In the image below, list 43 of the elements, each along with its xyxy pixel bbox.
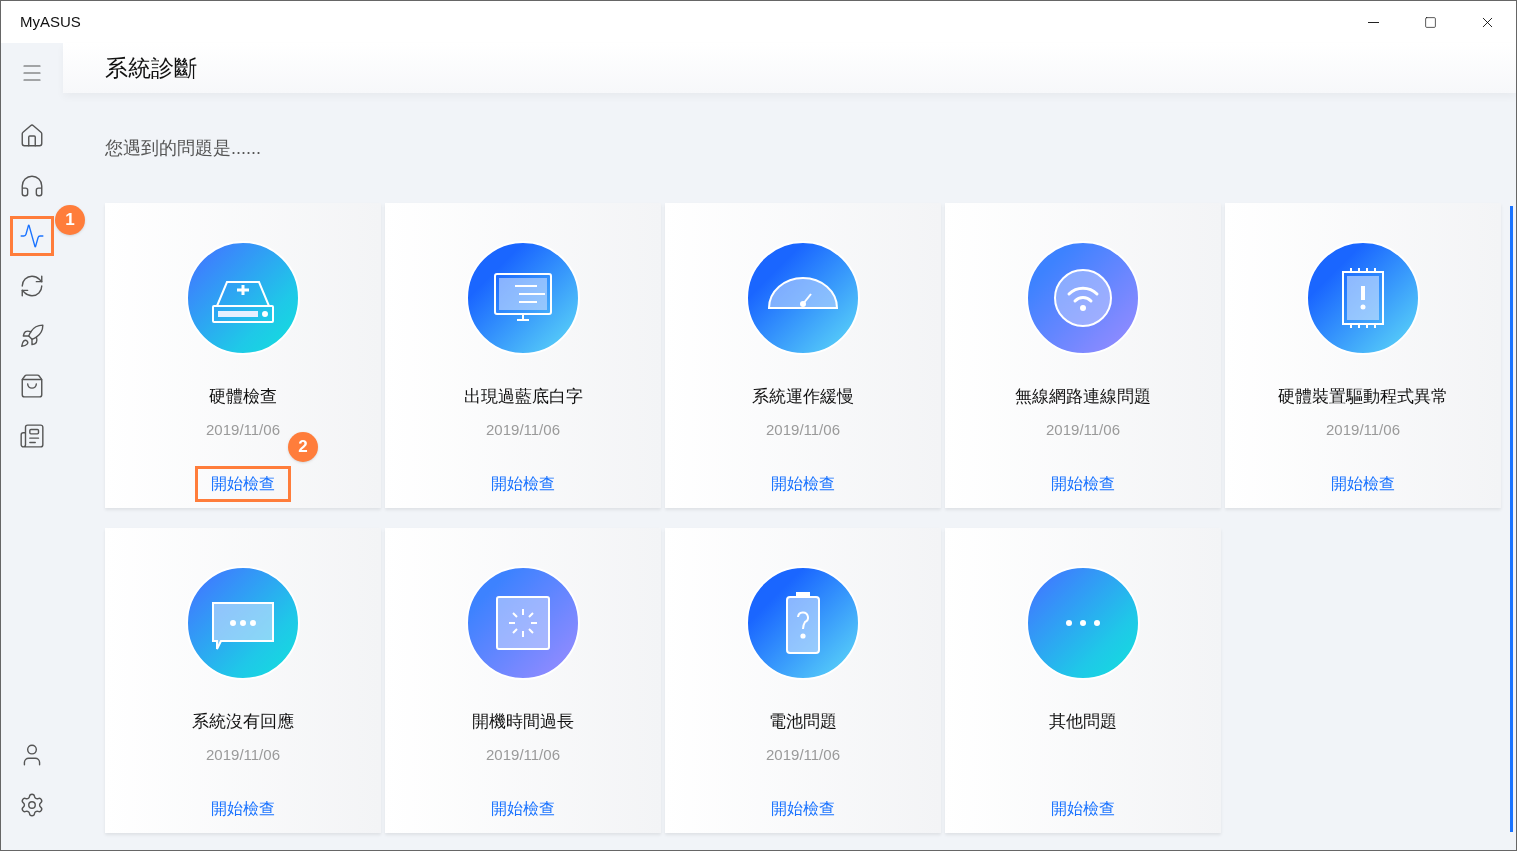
date-text: 2019/11/06 xyxy=(766,419,840,440)
nav-button[interactable] xyxy=(10,216,54,256)
problem-title: 電池問題 xyxy=(769,711,837,733)
problem-title: 系統沒有回應 xyxy=(192,711,294,733)
start-check-link[interactable]: 開始檢查 xyxy=(475,466,571,502)
start-check-link[interactable]: 開始檢查 xyxy=(1035,466,1131,502)
refresh-icon xyxy=(19,273,45,299)
problem-title: 硬體檢查 xyxy=(209,386,277,408)
settings-icon xyxy=(19,792,45,818)
start-check-link[interactable]: 開始檢查 xyxy=(475,791,571,827)
document-icon xyxy=(19,423,45,449)
maximize-icon xyxy=(1424,15,1437,29)
step-badge: 2 xyxy=(288,432,318,462)
window-title: MyASUS xyxy=(20,11,81,32)
date-text: 2019/11/06 xyxy=(1046,419,1120,440)
page-title: 系統診斷 xyxy=(105,53,197,83)
date-text: 2019/11/06 xyxy=(486,419,560,440)
start-check-link[interactable]: 開始檢查 xyxy=(195,466,291,502)
home-icon xyxy=(19,123,45,149)
start-check-link[interactable]: 開始檢查 xyxy=(1035,791,1131,827)
start-check-link[interactable]: 開始檢查 xyxy=(1315,466,1411,502)
headset-icon xyxy=(19,173,45,199)
date-text: 2019/11/06 xyxy=(486,744,560,765)
problem-title: 系統運作緩慢 xyxy=(752,386,854,408)
prompt-text: 您遇到的問題是...... xyxy=(105,137,262,160)
start-check-link[interactable]: 開始檢查 xyxy=(755,791,851,827)
start-check-link[interactable]: 開始檢查 xyxy=(195,791,291,827)
date-text: 2019/11/06 xyxy=(206,744,280,765)
minimize-icon xyxy=(1368,21,1379,23)
pulse-icon xyxy=(19,223,45,249)
step-badge: 1 xyxy=(55,205,85,235)
scrollbar[interactable] xyxy=(1510,206,1513,832)
start-check-link[interactable]: 開始檢查 xyxy=(755,466,851,502)
problem-title: 出現過藍底白字 xyxy=(463,386,583,408)
problem-title: 其他問題 xyxy=(1049,711,1117,733)
problem-title: 硬體裝置驅動程式異常 xyxy=(1278,386,1448,408)
problem-title: 無線網路連線問題 xyxy=(1015,386,1151,408)
date-text: 2019/11/06 xyxy=(206,419,280,440)
rocket-icon xyxy=(19,323,45,349)
date-text: 2019/11/06 xyxy=(766,744,840,765)
problem-title: 開機時間過長 xyxy=(472,711,574,733)
shopping-bag-icon xyxy=(19,373,45,399)
date-text: 2019/11/06 xyxy=(1326,419,1400,440)
